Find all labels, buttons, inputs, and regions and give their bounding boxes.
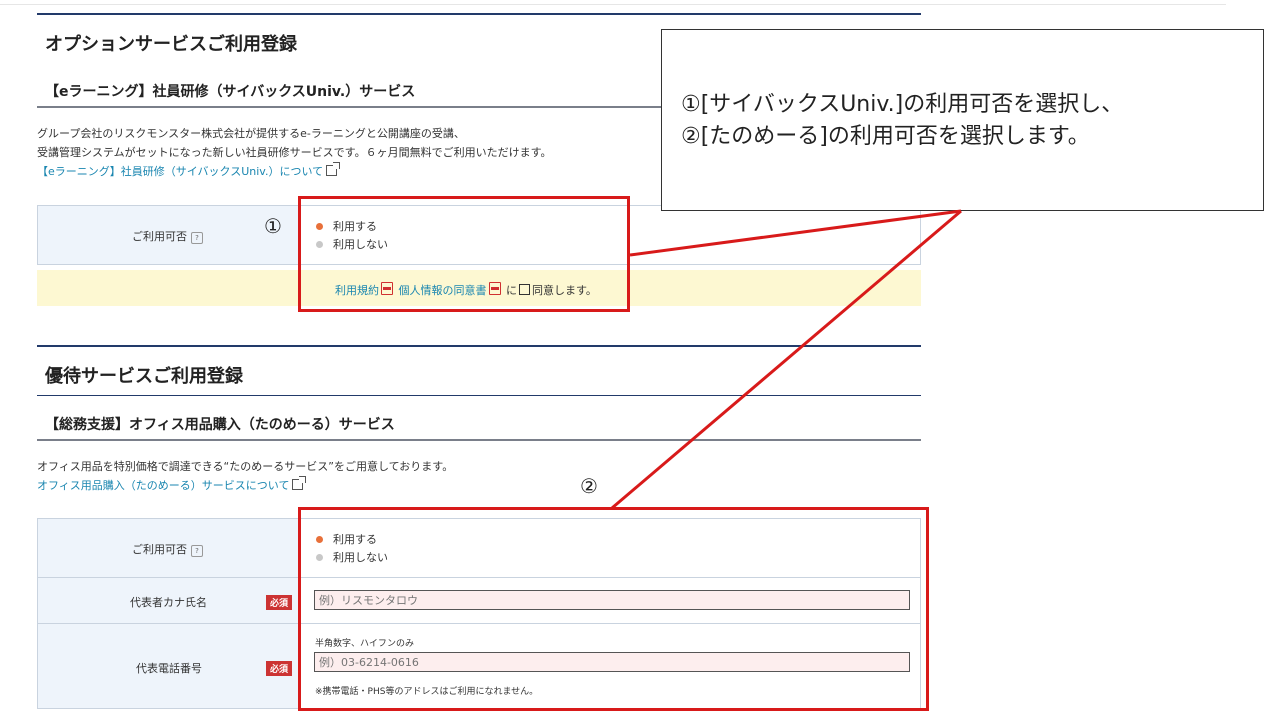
- label-cell: 代表電話番号 必須: [38, 624, 301, 708]
- section-rule: [37, 13, 921, 15]
- tanomail-description: オフィス用品を特別価格で調達できる“たのめーるサービス”をご用意しております。: [37, 460, 454, 473]
- help-icon[interactable]: ?: [191, 232, 203, 244]
- help-icon[interactable]: ?: [191, 545, 203, 557]
- label-cell: ご利用可否?: [38, 519, 301, 577]
- elearning-subsection-title: 【eラーニング】社員研修（サイバックスUniv.）サービス: [45, 84, 416, 100]
- marker-two: ②: [580, 474, 598, 498]
- label-cell: 代表者カナ氏名 必須: [38, 578, 301, 623]
- callout-line-2: ②[たのめーる]の利用可否を選択します。: [681, 124, 1090, 149]
- tanomail-about-link-text: オフィス用品購入（たのめーる）サービスについて: [37, 479, 290, 492]
- tanomail-about-link[interactable]: オフィス用品購入（たのめーる）サービスについて: [37, 476, 307, 493]
- tanomail-subsection-title: 【総務支援】オフィス用品購入（たのめーる）サービス: [45, 417, 395, 433]
- section-rule: [37, 345, 921, 347]
- usage-label-text: ご利用可否: [132, 543, 187, 556]
- elearning-usage-label: ご利用可否?: [132, 228, 203, 244]
- option-section-title: オプションサービスご利用登録: [45, 34, 297, 55]
- elearning-about-link[interactable]: 【eラーニング】社員研修（サイバックスUniv.）について: [37, 162, 341, 179]
- highlight-box-1: [298, 196, 630, 312]
- perk-section-title: 優待サービスご利用登録: [45, 366, 243, 387]
- elearning-description-line-1: グループ会社のリスクモンスター株式会社が提供するe-ラーニングと公開講座の受講、: [37, 127, 465, 140]
- elearning-description-line-2: 受講管理システムがセットになった新しい社員研修サービスです。６ヶ月間無料でご利用…: [37, 146, 552, 159]
- phone-label: 代表電話番号: [136, 662, 202, 675]
- usage-label-text: ご利用可否: [132, 230, 187, 243]
- external-link-icon: [292, 476, 307, 490]
- tanomail-usage-label: ご利用可否?: [132, 541, 203, 557]
- required-badge: 必須: [266, 661, 293, 676]
- subsection-rule: [37, 439, 921, 441]
- elearning-about-link-text: 【eラーニング】社員研修（サイバックスUniv.）について: [37, 165, 324, 178]
- label-cell: ご利用可否?: [38, 206, 301, 264]
- required-badge: 必須: [266, 595, 293, 610]
- kana-name-label: 代表者カナ氏名: [130, 596, 207, 609]
- elearning-description: グループ会社のリスクモンスター株式会社が提供するe-ラーニングと公開講座の受講、…: [37, 124, 551, 162]
- section-rule: [37, 395, 921, 396]
- external-link-icon: [326, 162, 341, 176]
- instruction-callout: ①[サイバックスUniv.]の利用可否を選択し、 ②[たのめーる]の利用可否を選…: [661, 29, 1264, 211]
- marker-one: ①: [264, 214, 282, 238]
- highlight-box-2: [298, 507, 929, 711]
- callout-line-1: ①[サイバックスUniv.]の利用可否を選択し、: [681, 92, 1124, 117]
- top-divider: [0, 4, 1226, 5]
